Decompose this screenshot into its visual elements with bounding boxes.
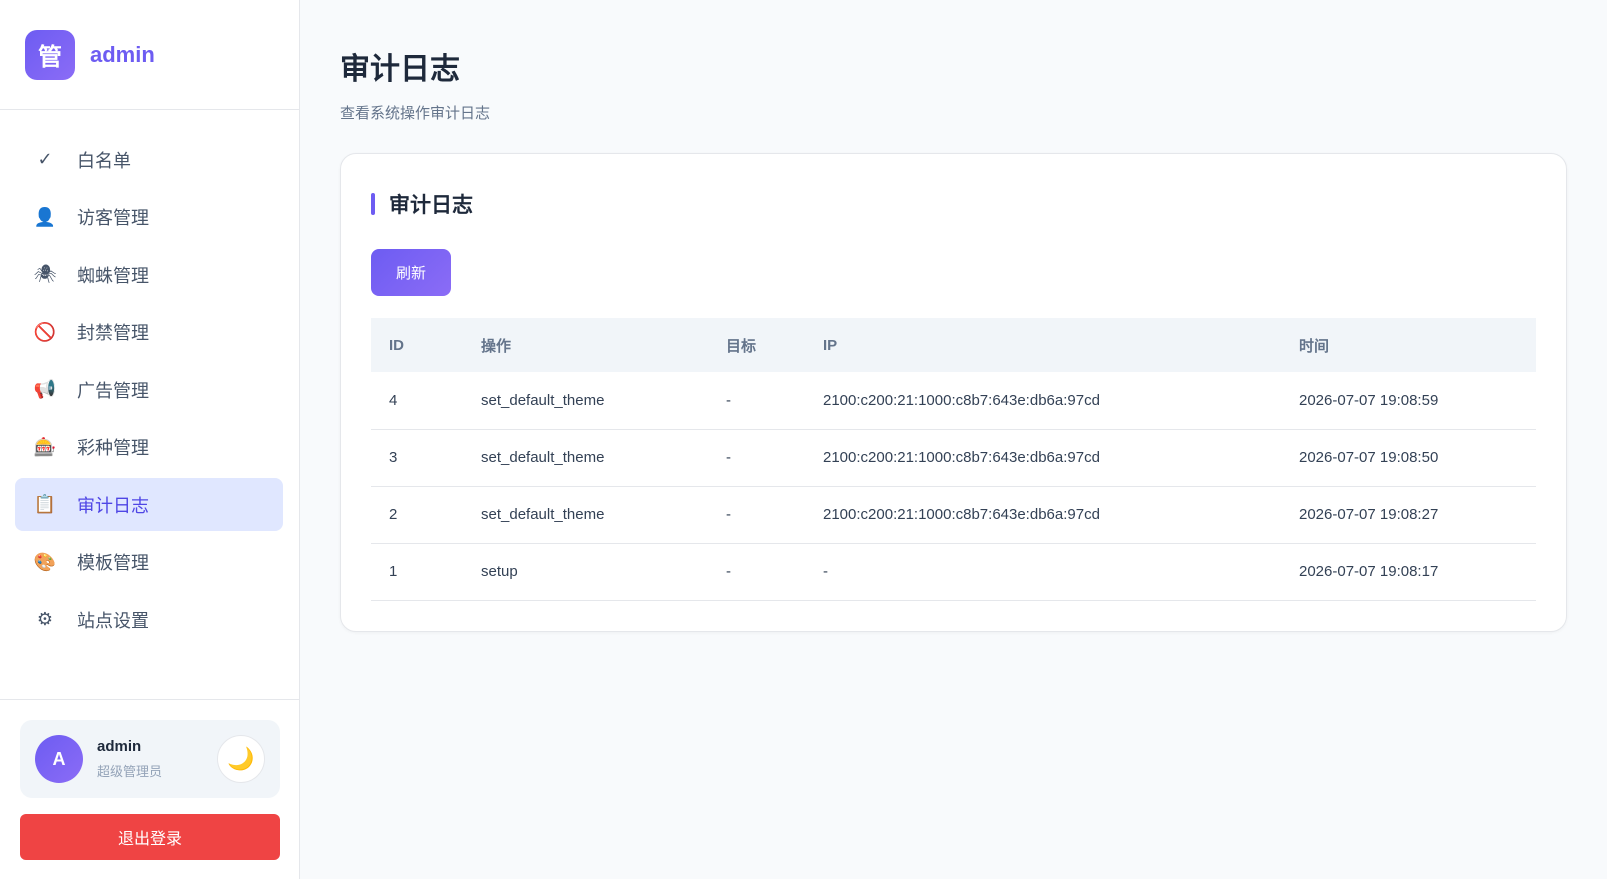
cell-ip: 2100:c200:21:1000:c8b7:643e:db6a:97cd (805, 429, 1281, 487)
cell-time: 2026-07-07 19:08:27 (1281, 486, 1536, 544)
sidebar-item-label: 封禁管理 (77, 323, 149, 343)
brand-name: admin (90, 41, 155, 67)
cell-id: 4 (371, 372, 463, 430)
card-title: 审计日志 (371, 189, 1536, 219)
sidebar: 管 admin ✓ 白名单 👤 访客管理 🕷 蜘蛛管理 🚫 封禁管理 📢 广告管理 🎰 彩种管理 📋 审计… (0, 0, 300, 879)
sidebar-item-3[interactable]: 🚫 封禁管理 (15, 306, 283, 359)
clipboard-icon: 📋 (33, 494, 57, 514)
sidebar-item-6[interactable]: 📋 审计日志 (15, 478, 283, 531)
title-accent-bar (371, 193, 375, 215)
user-card: A admin 超级管理员 🌙 (20, 720, 280, 798)
sidebar-item-4[interactable]: 📢 广告管理 (15, 363, 283, 416)
theme-toggle-button[interactable]: 🌙 (217, 735, 265, 783)
cell-id: 3 (371, 429, 463, 487)
sidebar-item-label: 审计日志 (77, 495, 149, 516)
megaphone-icon: 📢 (33, 379, 57, 399)
header-operation: 操作 (481, 337, 512, 355)
cell-target: - (708, 486, 805, 544)
visitor-icon: 👤 (33, 206, 57, 227)
sidebar-nav: ✓ 白名单 👤 访客管理 🕷 蜘蛛管理 🚫 封禁管理 📢 广告管理 🎰 彩种管理 📋 审计日志 🎨 模板管理 ⚙… (0, 110, 299, 651)
check-icon: ✓ (37, 149, 53, 169)
cell-id: 2 (371, 486, 463, 544)
card-title-text: 审计日志 (389, 194, 473, 217)
page-title: 审计日志 (340, 53, 460, 86)
cell-target: - (708, 543, 805, 601)
cell-operation: set_default_theme (463, 486, 708, 544)
cell-ip: 2100:c200:21:1000:c8b7:643e:db6a:97cd (805, 486, 1281, 544)
sidebar-item-label: 彩种管理 (77, 438, 149, 458)
cell-operation: setup (463, 543, 708, 601)
cell-ip: 2100:c200:21:1000:c8b7:643e:db6a:97cd (805, 372, 1281, 430)
logout-button[interactable]: 退出登录 (20, 814, 280, 860)
header-time: 时间 (1299, 337, 1330, 355)
user-name: admin (97, 738, 142, 755)
moon-icon: 🌙 (227, 746, 255, 771)
sidebar-item-1[interactable]: 👤 访客管理 (15, 191, 283, 244)
sidebar-item-7[interactable]: 🎨 模板管理 (15, 536, 283, 589)
sidebar-item-label: 模板管理 (77, 553, 149, 573)
brand: 管 admin (0, 0, 299, 110)
page-subtitle: 查看系统操作审计日志 (340, 105, 491, 122)
refresh-button[interactable]: 刷新 (371, 249, 451, 296)
sidebar-item-label: 蜘蛛管理 (77, 265, 149, 286)
ban-icon: 🚫 (33, 321, 57, 342)
sidebar-item-2[interactable]: 🕷 蜘蛛管理 (15, 248, 283, 301)
audit-log-table: ID 操作 目标 IP 时间 4 set_default_theme -2100:c… (371, 318, 1536, 601)
sidebar-item-8[interactable]: ⚙ 站点设置 (15, 593, 283, 646)
cell-time: 2026-07-07 19:08:17 (1281, 543, 1536, 601)
table-row: 3 set_default_theme -2100:c200:21:1000:c8b… (371, 429, 1536, 487)
user-role: 超级管理员 (97, 764, 163, 779)
main-content: 审计日志 查看系统操作审计日志 审计日志 刷新 ID 操作 目标 IP 时间 4… (300, 0, 1607, 879)
gear-icon: ⚙ (36, 609, 54, 629)
table-row: 1 setup - -2026-07-07 19:08:17 (371, 543, 1536, 601)
app-root: 管 admin ✓ 白名单 👤 访客管理 🕷 蜘蛛管理 🚫 封禁管理 📢 广告管理 🎰 彩种管理 📋 审计… (0, 0, 1607, 879)
cell-ip: - (805, 543, 1281, 601)
spider-icon: 🕷 (33, 264, 57, 284)
sidebar-item-5[interactable]: 🎰 彩种管理 (15, 421, 283, 474)
table-body: 4 set_default_theme -2100:c200:21:1000:c8b… (371, 372, 1536, 601)
lottery-icon: 🎰 (33, 436, 57, 457)
header-target: 目标 (726, 337, 757, 355)
table-row: 2 set_default_theme -2100:c200:21:1000:c8b… (371, 486, 1536, 544)
cell-target: - (708, 429, 805, 487)
sidebar-footer: A admin 超级管理员 🌙 退出登录 (0, 699, 300, 879)
cell-operation: set_default_theme (463, 372, 708, 430)
sidebar-item-label: 白名单 (77, 150, 131, 171)
table-header-row: ID 操作 目标 IP 时间 (371, 318, 1536, 372)
cell-target: - (708, 372, 805, 430)
cell-time: 2026-07-07 19:08:50 (1281, 429, 1536, 487)
user-info: admin 超级管理员 (97, 738, 162, 780)
sidebar-item-label: 站点设置 (77, 610, 149, 631)
table-row: 4 set_default_theme -2100:c200:21:1000:c8b… (371, 372, 1536, 430)
sidebar-item-0[interactable]: ✓ 白名单 (15, 133, 283, 186)
sidebar-item-label: 广告管理 (77, 380, 149, 401)
avatar: A (35, 735, 83, 783)
cell-time: 2026-07-07 19:08:59 (1281, 372, 1536, 430)
cell-operation: set_default_theme (463, 429, 708, 487)
header-id: ID (389, 336, 404, 354)
brand-logo: 管 (25, 29, 75, 80)
cell-id: 1 (371, 543, 463, 601)
palette-icon: 🎨 (33, 551, 57, 572)
audit-log-card: 审计日志 刷新 ID 操作 目标 IP 时间 4 set_default_them… (340, 153, 1567, 632)
header-ip: IP (823, 336, 838, 354)
sidebar-item-label: 访客管理 (77, 208, 149, 228)
